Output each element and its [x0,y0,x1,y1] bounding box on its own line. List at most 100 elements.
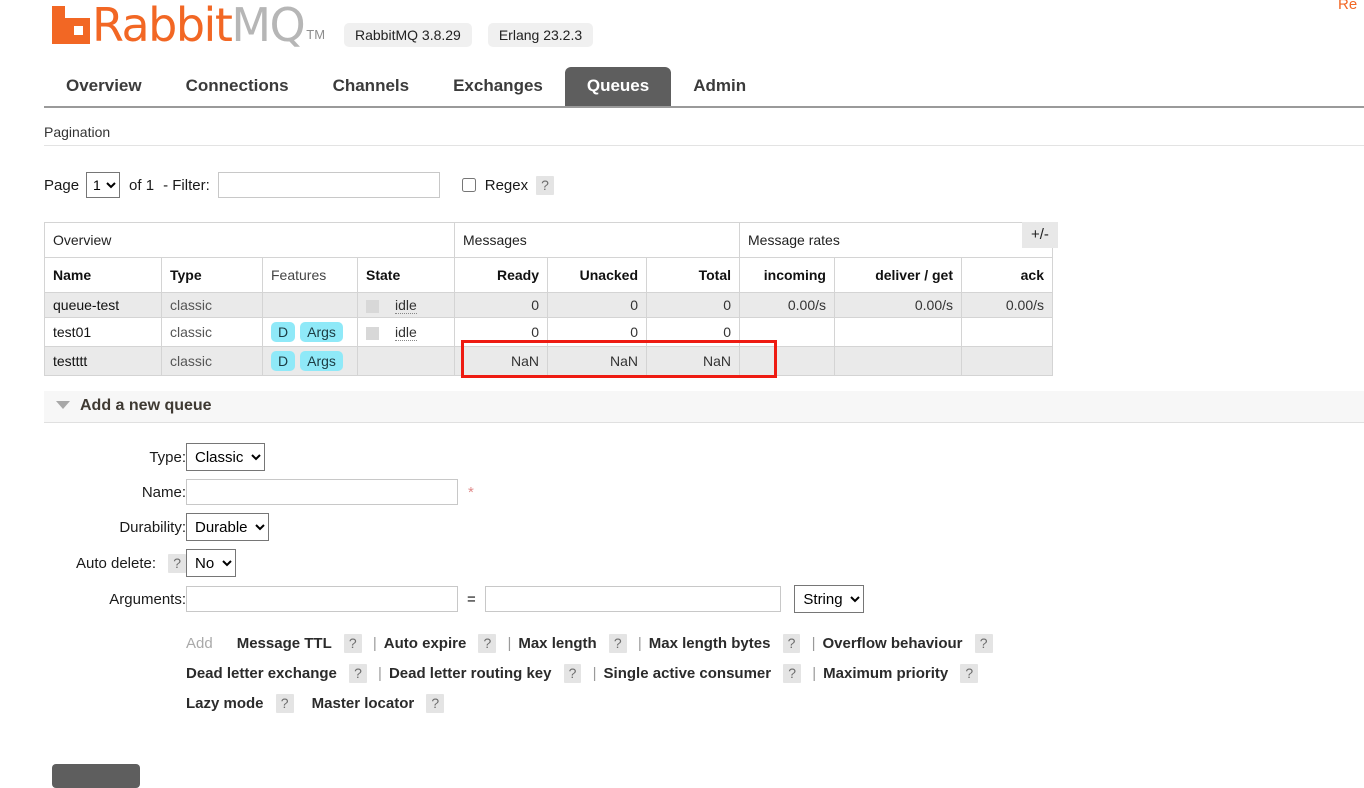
preset-separator: | [592,665,597,682]
cell-features: D Args [262,346,358,376]
preset-single-active-consumer[interactable]: Single active consumer [604,665,772,682]
argument-type-select[interactable]: String [794,585,865,613]
cell-total: 0 [646,317,740,347]
auto-delete-select[interactable]: No [186,549,236,577]
presets-row-2: Dead letter exchange ? | Dead letter rout… [186,659,993,689]
auto-expire-help-icon[interactable]: ? [478,634,497,653]
presets-row-1: Add Message TTL ? | Auto expire ? | Max len… [186,629,993,659]
table-row[interactable]: testttt classic D Args NaN NaN NaN [44,346,1053,376]
cell-queue-type: classic [161,317,263,347]
auto-delete-text: Auto delete: [75,554,157,572]
name-label: Name: [141,483,186,501]
preset-separator: | [637,635,642,652]
state-indicator-icon [366,326,379,340]
max-length-bytes-help-icon[interactable]: ? [782,634,801,653]
cell-queue-name[interactable]: testttt [44,346,162,376]
cell-queue-name[interactable]: test01 [44,317,162,347]
add-queue-header[interactable]: Add a new queue [44,391,1364,423]
preset-lazy-mode[interactable]: Lazy mode [186,695,264,712]
page-select[interactable]: 1 [86,172,121,198]
type-label: Type: [149,448,186,466]
master-locator-help-icon[interactable]: ? [426,694,445,713]
preset-auto-expire[interactable]: Auto expire [384,635,467,652]
queues-table-area: Overview Messages Message rates Name Typ… [44,222,1364,378]
form-row-name: Name: * [44,475,993,509]
trademark-mark: TM [306,27,326,42]
collapse-triangle-icon[interactable] [56,400,70,409]
cell-ready: 0 [454,317,548,347]
dead-letter-routing-key-help-icon[interactable]: ? [563,664,582,683]
cell-queue-name[interactable]: queue-test [44,292,162,318]
message-ttl-help-icon[interactable]: ? [343,634,362,653]
queue-type-select[interactable]: Classic [186,443,265,471]
rabbitmq-logo-icon [52,6,90,44]
preset-master-locator[interactable]: Master locator [312,695,415,712]
preset-dead-letter-routing-key[interactable]: Dead letter routing key [389,665,552,682]
column-header-ready[interactable]: Ready [454,257,548,293]
rabbitmq-logo[interactable]: RabbitMQ TM [52,2,325,48]
column-header-name[interactable]: Name [44,257,162,293]
column-header-incoming[interactable]: incoming [739,257,835,293]
tab-queues[interactable]: Queues [564,67,672,106]
column-header-ack[interactable]: ack [961,257,1053,293]
column-header-features: Features [262,257,358,293]
queue-name-input[interactable] [186,479,458,505]
tab-channels[interactable]: Channels [311,67,432,106]
pagination-title: Pagination [44,124,1364,146]
form-row-type: Type: Classic [44,439,993,475]
tab-overview[interactable]: Overview [44,67,164,106]
cell-incoming [739,346,835,376]
tab-admin[interactable]: Admin [671,67,768,106]
cell-ready: 0 [454,292,548,318]
table-row[interactable]: test01 classic D Args idle 0 0 0 [44,317,1053,347]
cell-state: idle [357,317,455,347]
argument-key-input[interactable] [186,586,458,612]
add-argument-link[interactable]: Add [186,635,213,652]
preset-separator: | [378,665,382,682]
filter-input[interactable] [217,172,440,198]
cell-ack [961,346,1053,376]
single-active-consumer-help-icon[interactable]: ? [783,664,802,683]
max-length-help-icon[interactable]: ? [608,634,627,653]
lazy-mode-help-icon[interactable]: ? [275,694,294,713]
column-header-type[interactable]: Type [161,257,263,293]
arguments-label: Arguments: [109,590,186,608]
durability-select[interactable]: Durable [186,513,269,541]
column-header-unacked[interactable]: Unacked [547,257,647,293]
preset-overflow-behaviour[interactable]: Overflow behaviour [822,635,962,652]
cell-state: idle [357,292,455,318]
form-row-presets: Add Message TTL ? | Auto expire ? | Max len… [44,617,993,723]
table-row[interactable]: queue-test classic idle 0 0 0 0.00/s 0.0… [44,292,1053,318]
dead-letter-exchange-help-icon[interactable]: ? [349,664,367,683]
cell-incoming: 0.00/s [739,292,835,318]
state-text: idle [395,297,417,314]
preset-max-length[interactable]: Max length [518,635,596,652]
table-column-header-row: Name Type Features State Ready Unacked T… [44,257,1053,293]
add-queue-form: Type: Classic Name: * Durability: Durabl… [44,439,993,723]
feature-badge-args: Args [300,322,343,342]
regex-checkbox[interactable] [461,178,476,192]
column-header-deliver-get[interactable]: deliver / get [834,257,962,293]
tab-exchanges[interactable]: Exchanges [431,67,565,106]
columns-toggle-button[interactable]: +/- [1022,222,1058,248]
logo-text-rabbit: Rabbit [92,0,233,52]
regex-help-icon[interactable]: ? [536,175,554,195]
argument-value-input[interactable] [484,586,781,612]
cell-unacked: 0 [547,292,647,318]
table-group-header-row: Overview Messages Message rates [44,222,1053,258]
add-queue-submit-button[interactable] [52,764,140,788]
auto-delete-help-icon[interactable]: ? [168,553,186,573]
overflow-behaviour-help-icon[interactable]: ? [974,634,993,653]
form-row-arguments: Arguments: = String [44,581,993,617]
preset-dead-letter-exchange[interactable]: Dead letter exchange [186,665,337,682]
rabbitmq-version-pill: RabbitMQ 3.8.29 [344,23,472,47]
feature-badge-durable: D [271,351,296,371]
preset-maximum-priority[interactable]: Maximum priority [823,665,948,682]
cell-ack [961,317,1053,347]
maximum-priority-help-icon[interactable]: ? [960,664,979,683]
preset-max-length-bytes[interactable]: Max length bytes [649,635,771,652]
column-header-state[interactable]: State [357,257,455,293]
column-header-total[interactable]: Total [646,257,740,293]
preset-message-ttl[interactable]: Message TTL [237,635,332,652]
tab-connections[interactable]: Connections [164,67,311,106]
